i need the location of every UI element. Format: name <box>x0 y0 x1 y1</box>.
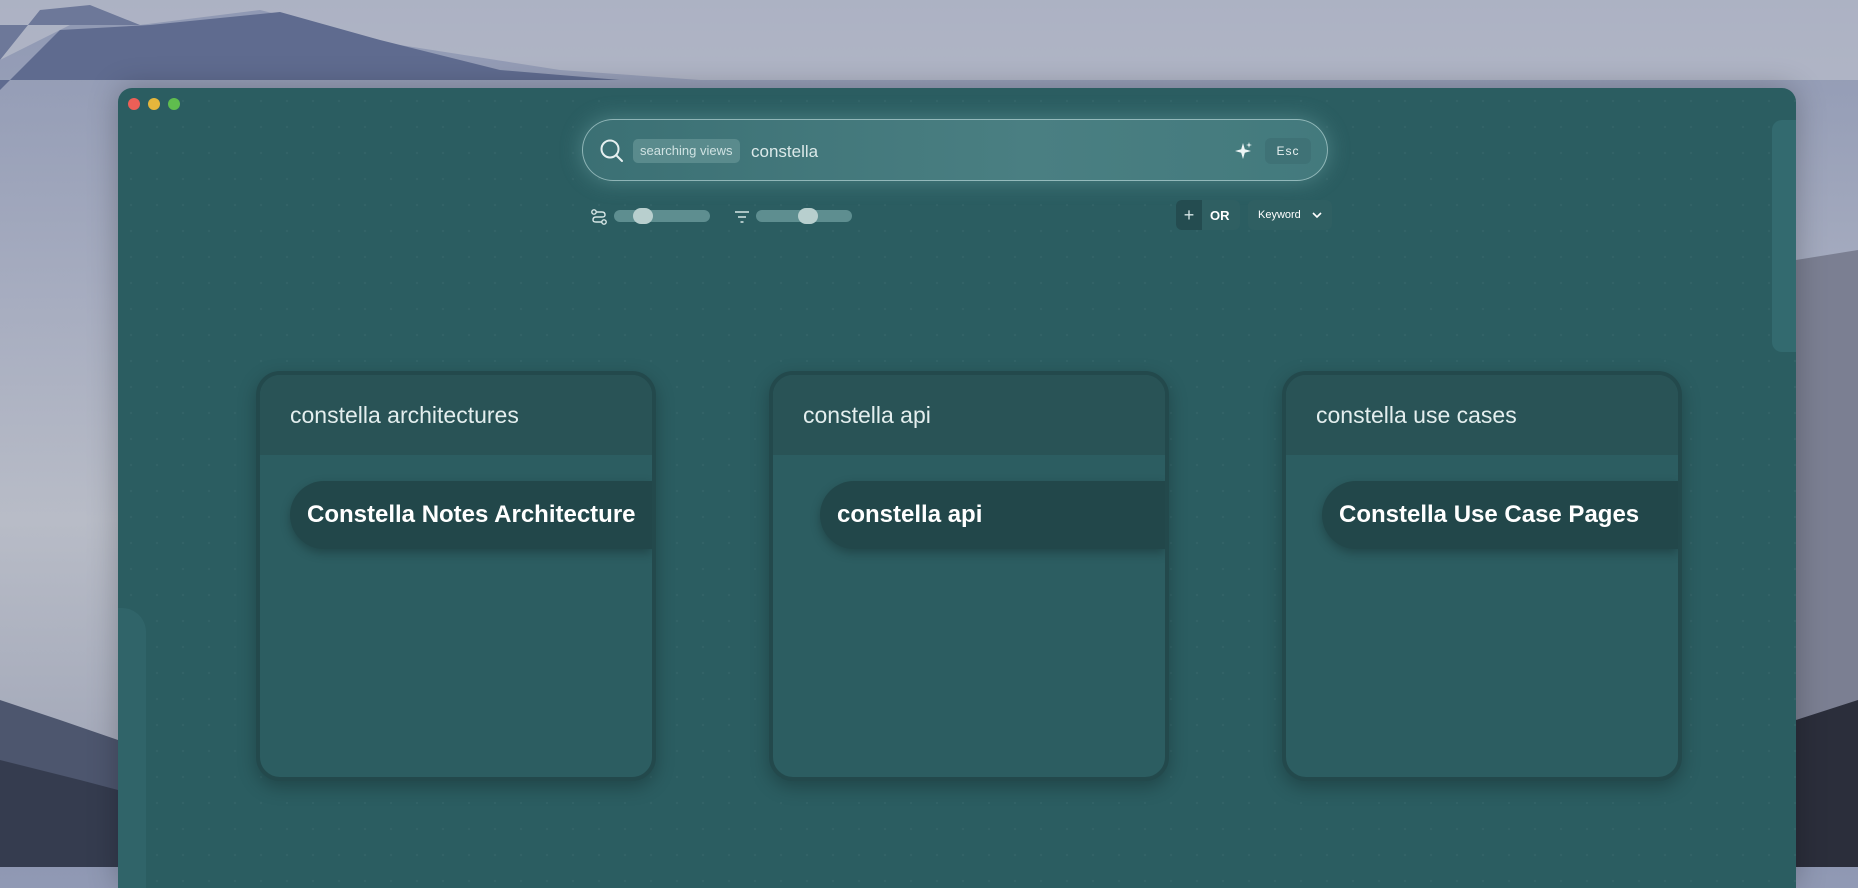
minimize-window-button[interactable] <box>148 98 160 110</box>
or-toggle[interactable]: + OR <box>1176 200 1240 230</box>
card-title: constella architectures <box>260 375 652 455</box>
result-item[interactable]: Constella Notes Architecture <box>290 481 652 549</box>
card-title: constella use cases <box>1286 375 1678 455</box>
or-label[interactable]: OR <box>1202 208 1230 223</box>
filter-slider[interactable] <box>756 208 852 224</box>
filter-icon <box>735 211 749 223</box>
flow-icon <box>591 209 607 225</box>
view-card-architectures[interactable]: constella architectures Constella Notes … <box>256 371 656 781</box>
window-controls <box>128 98 180 110</box>
search-bar: searching views Esc <box>582 119 1328 181</box>
search-type-value: Keyword <box>1258 209 1301 221</box>
result-item[interactable]: Constella Use Case Pages <box>1322 481 1678 549</box>
chevron-down-icon <box>1312 212 1322 219</box>
card-title: constella api <box>773 375 1165 455</box>
search-icon <box>600 139 623 162</box>
add-condition-button[interactable]: + <box>1176 200 1202 230</box>
flow-slider-thumb[interactable] <box>633 208 653 224</box>
search-type-select[interactable]: Keyword <box>1248 200 1332 230</box>
search-mode-badge[interactable]: searching views <box>633 139 740 163</box>
flow-slider-track[interactable] <box>614 210 710 222</box>
maximize-window-button[interactable] <box>168 98 180 110</box>
view-card-api[interactable]: constella api constella api <box>769 371 1169 781</box>
sparkle-icon[interactable] <box>1232 140 1254 162</box>
app-window: searching views Esc + OR Keyword <box>118 88 1796 888</box>
flow-slider[interactable] <box>614 208 710 224</box>
left-side-panel-tab[interactable] <box>118 608 146 888</box>
right-side-panel-tab[interactable] <box>1772 120 1796 352</box>
result-item[interactable]: constella api <box>820 481 1165 549</box>
filter-slider-thumb[interactable] <box>798 208 818 224</box>
search-input[interactable] <box>749 134 1213 170</box>
escape-button[interactable]: Esc <box>1265 138 1311 164</box>
view-card-use-cases[interactable]: constella use cases Constella Use Case P… <box>1282 371 1682 781</box>
close-window-button[interactable] <box>128 98 140 110</box>
